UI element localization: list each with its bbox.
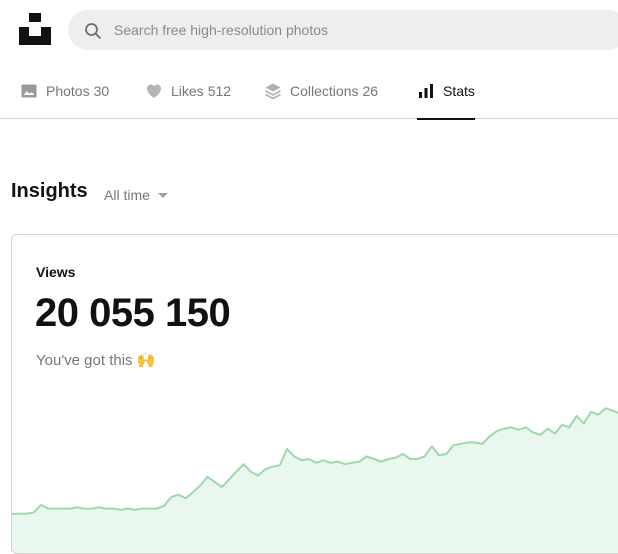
insights-title: Insights	[11, 180, 88, 202]
tab-photos-label: Photos	[46, 82, 90, 99]
image-icon	[21, 84, 37, 97]
profile-tabs: Photos 30 Likes 512 Collections 26 Stats	[0, 62, 618, 120]
tab-stats[interactable]: Stats	[417, 62, 475, 120]
chevron-down-icon	[157, 192, 168, 198]
views-area	[12, 408, 618, 553]
views-card: Views 20 055 150 You've got this 🙌	[11, 234, 618, 554]
unsplash-logo-icon[interactable]	[19, 13, 51, 45]
views-label: Views	[36, 264, 76, 280]
views-value: 20 055 150	[35, 291, 231, 335]
tab-photos-count: 30	[93, 82, 110, 99]
tab-collections[interactable]: Collections 26	[264, 62, 378, 119]
views-note: You've got this 🙌	[36, 352, 156, 369]
search-icon[interactable]	[84, 22, 102, 40]
views-chart	[12, 407, 618, 553]
heart-icon	[147, 84, 161, 98]
tab-likes-label: Likes	[171, 82, 204, 99]
top-bar	[0, 0, 618, 62]
tab-likes-count: 512	[207, 82, 232, 99]
stack-icon	[265, 83, 281, 99]
tab-collections-label: Collections	[290, 82, 359, 99]
time-range-label: All time	[104, 187, 150, 203]
tab-likes[interactable]: Likes 512	[145, 62, 231, 119]
tab-stats-label: Stats	[443, 82, 475, 99]
tab-photos[interactable]: Photos 30	[20, 62, 109, 119]
tab-collections-count: 26	[362, 82, 379, 99]
search-input[interactable]	[114, 10, 584, 50]
search-bar[interactable]	[68, 10, 618, 50]
bar-chart-icon	[419, 83, 433, 98]
time-range-dropdown[interactable]: All time	[104, 187, 168, 203]
